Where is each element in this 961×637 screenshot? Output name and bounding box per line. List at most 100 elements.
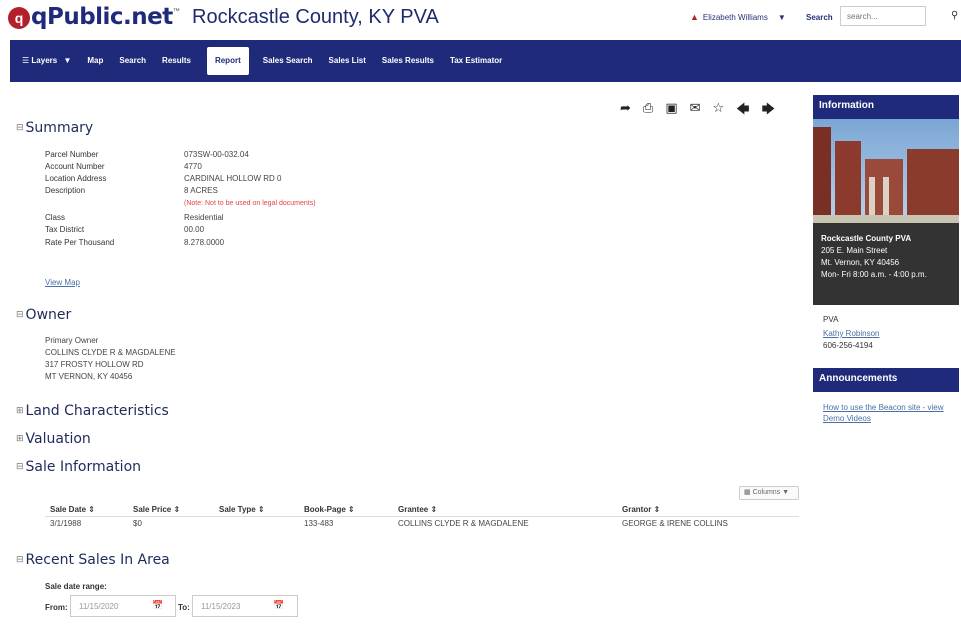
- owner-heading[interactable]: ⊟ Owner: [16, 307, 71, 323]
- summary-heading[interactable]: ⊟ Summary: [16, 120, 93, 136]
- columns-icon: ▦: [744, 489, 751, 496]
- layers-icon: ☰: [22, 56, 30, 65]
- qpublic-logo-mark: q: [8, 7, 30, 29]
- main-nav: ☰ Layers ▼ Map Search Results Report Sal…: [10, 40, 961, 82]
- print-icon[interactable]: ⎙: [643, 100, 653, 122]
- expand-icon: ⊞: [16, 406, 24, 416]
- announcement-link[interactable]: How to use the Beacon site - view Demo V…: [823, 402, 959, 424]
- col-sale-type[interactable]: Sale Type ⇕: [219, 505, 265, 514]
- book-page-cell: 133-483: [304, 519, 334, 528]
- user-menu[interactable]: ▲ Elizabeth Williams ▼: [690, 12, 786, 22]
- chevron-down-icon: ▼: [782, 489, 790, 496]
- class-value: Residential: [184, 213, 224, 222]
- office-street: 205 E. Main Street: [821, 246, 888, 255]
- search-input[interactable]: [840, 6, 926, 26]
- recent-sales-title: Recent Sales In Area: [25, 552, 170, 568]
- user-name: Elizabeth Williams: [702, 12, 768, 22]
- arrow-left-icon[interactable]: 🡄: [736, 100, 749, 122]
- land-title: Land Characteristics: [25, 403, 169, 419]
- col-sale-price[interactable]: Sale Price ⇕: [133, 505, 180, 514]
- view-map-link[interactable]: View Map: [45, 278, 80, 287]
- pva-phone: 606-256-4194: [823, 341, 873, 350]
- star-icon[interactable]: ☆: [713, 100, 725, 122]
- legal-note: (Note: Not to be used on legal documents…: [184, 200, 316, 207]
- nav-report[interactable]: Report: [206, 47, 249, 75]
- chevron-down-icon: ▼: [777, 12, 786, 22]
- owner-title: Owner: [25, 307, 72, 323]
- nav-tax-estimator[interactable]: Tax Estimator: [450, 47, 502, 75]
- recent-sales-heading[interactable]: ⊟ Recent Sales In Area: [16, 552, 170, 568]
- sale-title: Sale Information: [25, 459, 142, 475]
- sale-price-cell: $0: [133, 519, 142, 528]
- summary-title: Summary: [25, 120, 94, 136]
- qpublic-logo-text: qPublic.net: [31, 4, 173, 30]
- nav-search[interactable]: Search: [119, 47, 146, 75]
- parcel-number-label: Parcel Number: [45, 150, 99, 159]
- office-city: Mt. Vernon, KY 40456: [821, 258, 900, 267]
- sale-heading[interactable]: ⊟ Sale Information: [16, 459, 141, 475]
- arrow-right-icon[interactable]: 🡆: [762, 100, 775, 122]
- nav-map[interactable]: Map: [87, 47, 103, 75]
- from-label: From:: [45, 603, 68, 612]
- to-label: To:: [178, 603, 190, 612]
- search-icon[interactable]: ⚲: [951, 10, 958, 21]
- nav-sales-list[interactable]: Sales List: [329, 47, 366, 75]
- tax-district-label: Tax District: [45, 225, 85, 234]
- rate-per-thousand-value: 8.278.0000: [184, 238, 225, 247]
- office-building-photo: [813, 119, 959, 223]
- office-hours: Mon- Fri 8:00 a.m. - 4:00 p.m.: [821, 270, 927, 279]
- qpublic-logo[interactable]: q qPublic.net ™: [8, 4, 180, 30]
- owner-name: COLLINS CLYDE R & MAGDALENE: [45, 348, 176, 357]
- grantor-cell: GEORGE & IRENE COLLINS: [622, 519, 728, 528]
- calendar-icon[interactable]: 📅: [152, 600, 163, 611]
- search-label: Search: [806, 13, 833, 22]
- valuation-heading[interactable]: ⊞ Valuation: [16, 431, 91, 447]
- owner-label: Primary Owner: [45, 336, 99, 345]
- owner-city: MT VERNON, KY 40456: [45, 372, 133, 381]
- county-title: Rockcastle County, KY PVA: [192, 6, 439, 28]
- sale-date-cell: 3/1/1988: [50, 519, 82, 528]
- information-header: Information: [813, 95, 959, 119]
- trademark: ™: [172, 8, 180, 15]
- location-address-value: CARDINAL HOLLOW RD 0: [184, 174, 282, 183]
- pva-name-link[interactable]: Kathy Robinson: [823, 328, 959, 339]
- account-number-label: Account Number: [45, 162, 105, 171]
- land-heading[interactable]: ⊞ Land Characteristics: [16, 403, 169, 419]
- nav-sales-results[interactable]: Sales Results: [382, 47, 434, 75]
- nav-sales-search[interactable]: Sales Search: [263, 47, 313, 75]
- col-grantee[interactable]: Grantee ⇕: [398, 505, 437, 514]
- class-label: Class: [45, 213, 66, 222]
- account-number-value: 4770: [184, 162, 202, 171]
- columns-dropdown[interactable]: ▦ Columns ▼: [739, 486, 799, 500]
- top-header: q qPublic.net ™ Rockcastle County, KY PV…: [0, 0, 961, 40]
- col-grantor[interactable]: Grantor ⇕: [622, 505, 660, 514]
- calendar-icon[interactable]: 📅: [273, 600, 284, 611]
- image-icon[interactable]: ▣: [665, 100, 677, 122]
- location-address-label: Location Address: [45, 174, 107, 183]
- pva-label: PVA: [823, 315, 839, 324]
- office-name: Rockcastle County PVA: [821, 234, 912, 243]
- chevron-down-icon: ▼: [63, 56, 72, 65]
- user-icon: ▲: [690, 12, 699, 22]
- nav-layers-label: Layers: [31, 56, 58, 65]
- nav-results[interactable]: Results: [162, 47, 191, 75]
- description-value: 8 ACRES: [184, 186, 218, 195]
- nav-layers[interactable]: ☰ Layers ▼: [22, 47, 71, 75]
- sale-table-header: Sale Date ⇕ Sale Price ⇕ Sale Type ⇕ Boo…: [45, 503, 799, 517]
- collapse-icon: ⊟: [16, 462, 24, 472]
- tax-district-value: 00.00: [184, 225, 205, 234]
- valuation-title: Valuation: [25, 431, 91, 447]
- report-toolbar: ➦ ⎙ ▣ ✉ ☆ 🡄 🡆: [620, 100, 775, 122]
- columns-label: Columns: [752, 489, 781, 496]
- collapse-icon: ⊟: [16, 310, 24, 320]
- share-icon[interactable]: ➦: [620, 100, 631, 122]
- col-sale-date[interactable]: Sale Date ⇕: [50, 505, 95, 514]
- description-label: Description: [45, 186, 86, 195]
- email-icon[interactable]: ✉: [690, 100, 701, 122]
- grantee-cell: COLLINS CLYDE R & MAGDALENE: [398, 519, 529, 528]
- office-info-card: Rockcastle County PVA 205 E. Main Street…: [813, 223, 959, 305]
- collapse-icon: ⊟: [16, 555, 24, 565]
- owner-street: 317 FROSTY HOLLOW RD: [45, 360, 144, 369]
- col-book-page[interactable]: Book-Page ⇕: [304, 505, 355, 514]
- expand-icon: ⊞: [16, 434, 24, 444]
